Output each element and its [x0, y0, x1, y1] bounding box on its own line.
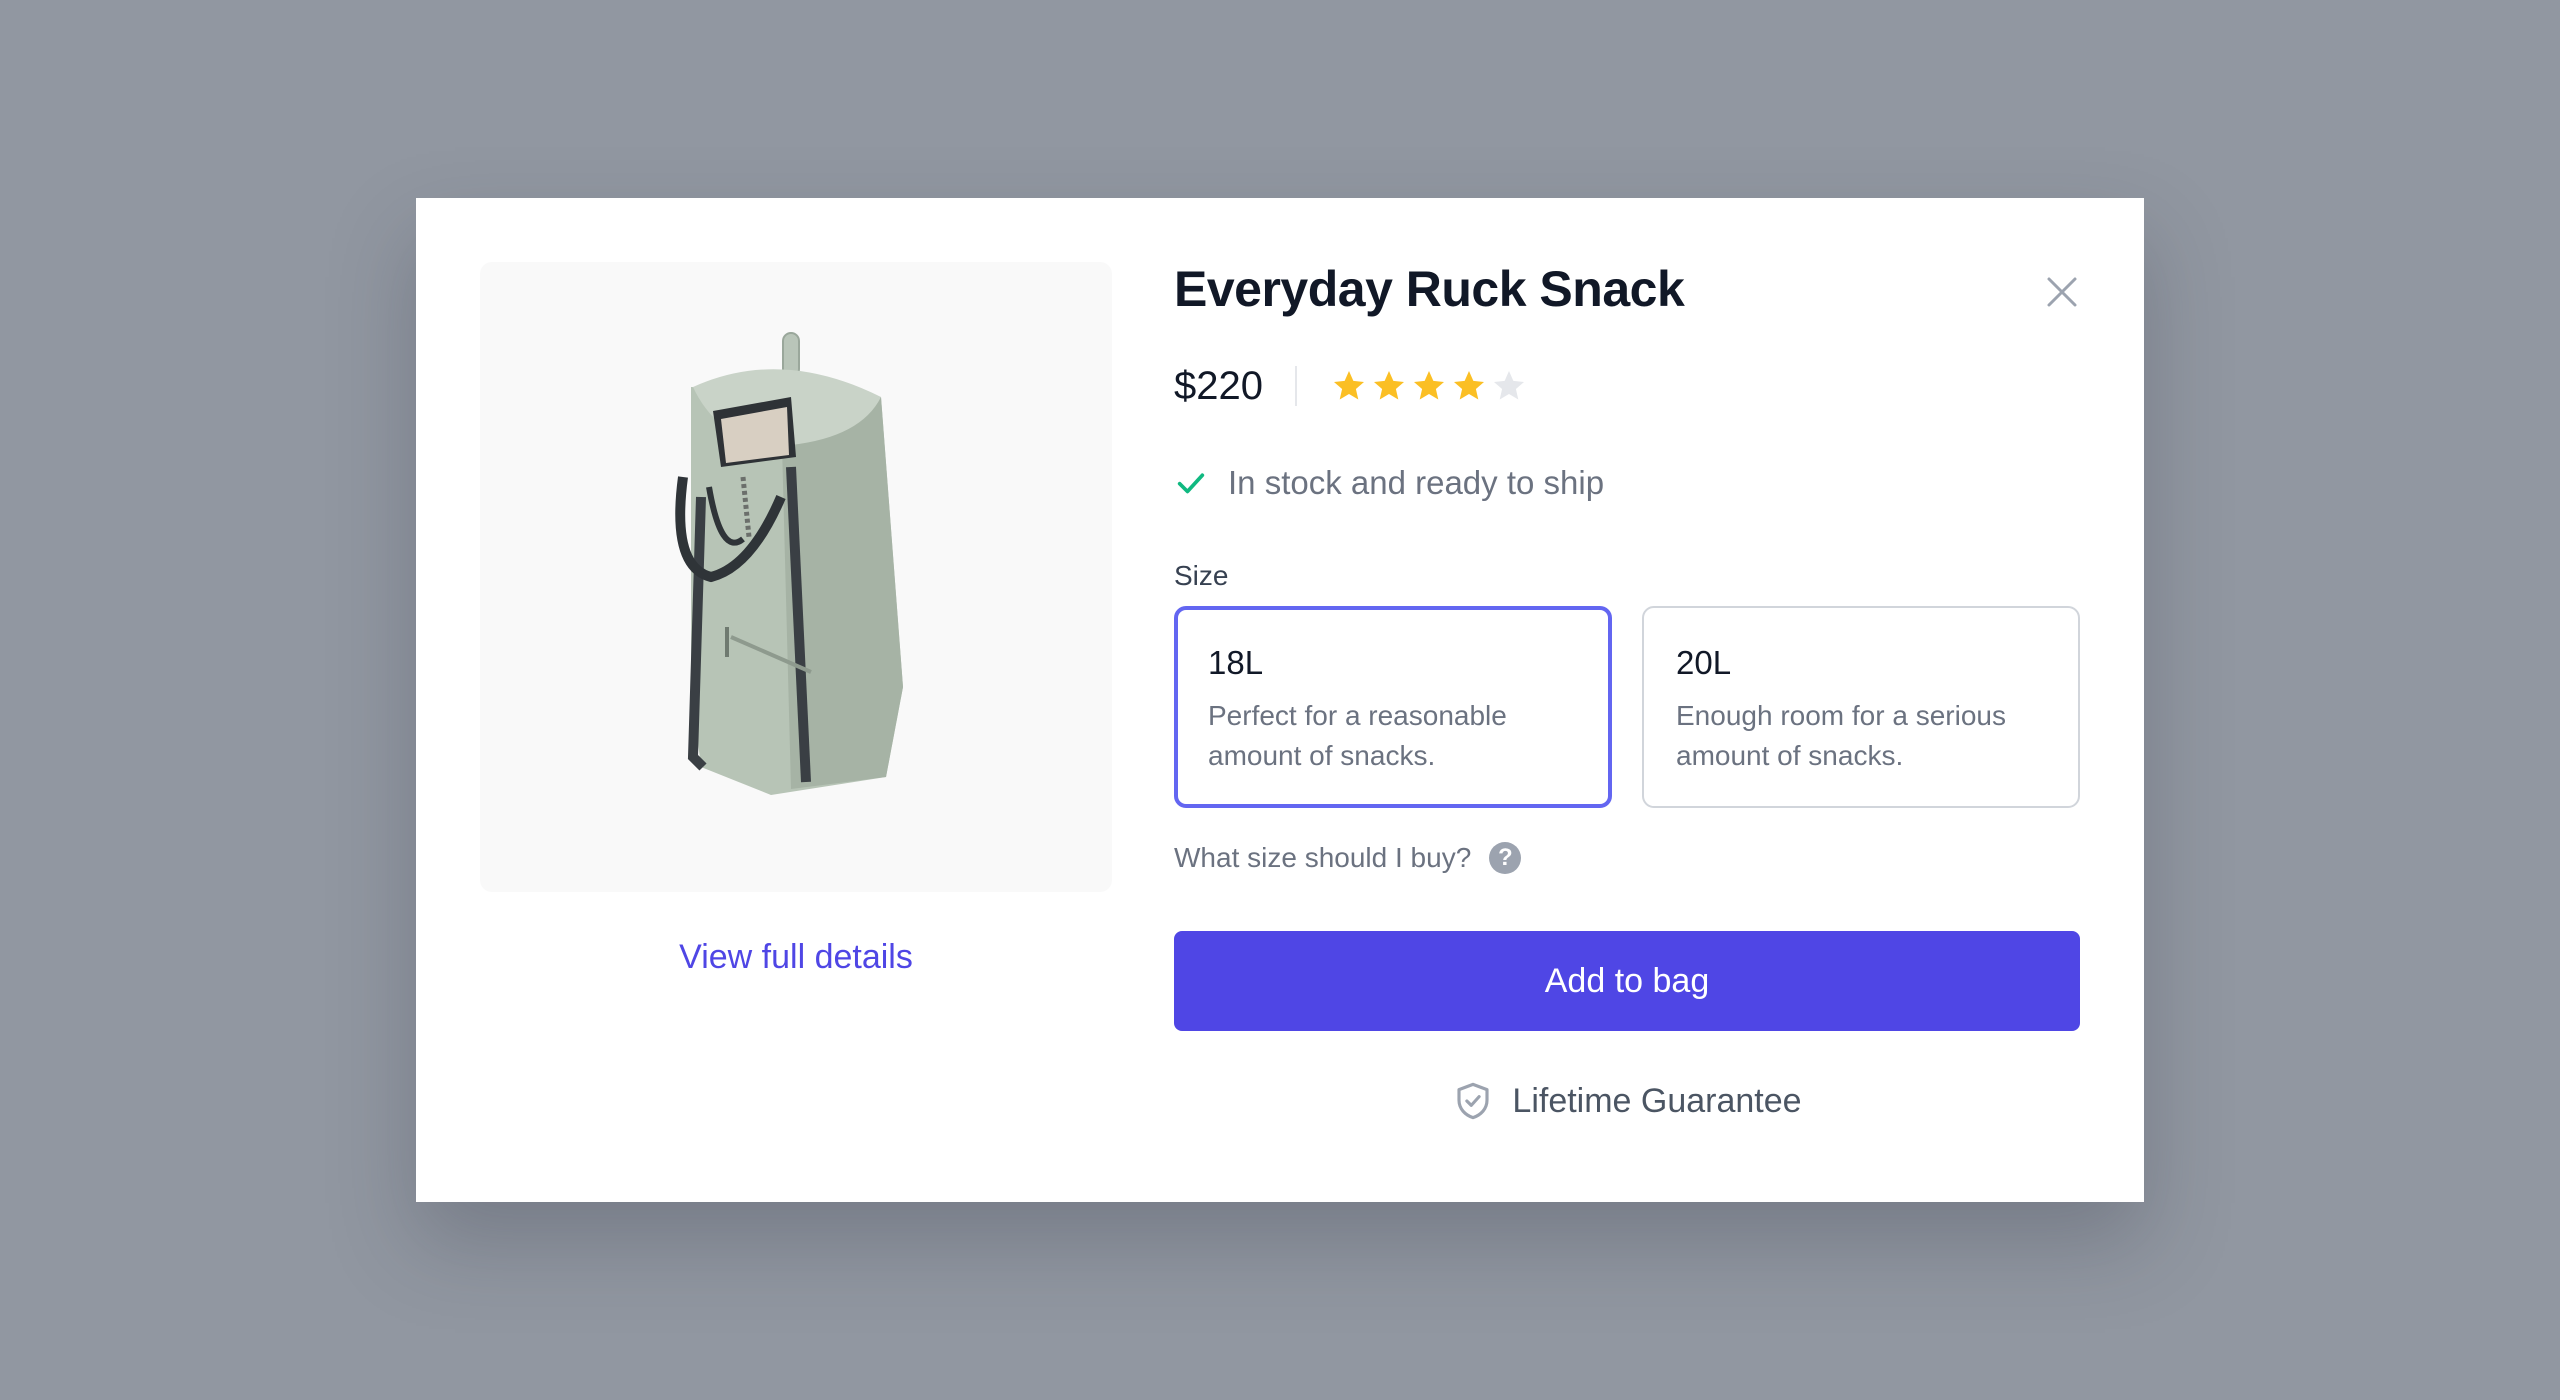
price-divider	[1294, 366, 1297, 406]
size-option-description: Perfect for a reasonable amount of snack…	[1208, 700, 1507, 771]
size-option-description: Enough room for a serious amount of snac…	[1676, 700, 2006, 771]
product-title: Everyday Ruck Snack	[1174, 261, 1685, 317]
shield-check-icon	[1457, 1082, 1489, 1120]
size-option-name: 20L	[1676, 644, 1732, 681]
star-icon	[1413, 371, 1444, 400]
question-icon: ?	[1489, 842, 1522, 874]
lifetime-guarantee: Lifetime Guarantee	[1174, 1080, 2080, 1122]
size-option-name: 18L	[1208, 644, 1264, 681]
price-rating-row: $220	[1174, 358, 1527, 414]
stock-status: In stock and ready to ship	[1174, 464, 1604, 502]
stock-text: In stock and ready to ship	[1228, 464, 1605, 501]
guarantee-text: Lifetime Guarantee	[1512, 1081, 1802, 1120]
add-to-bag-button[interactable]: Add to bag	[1174, 931, 2080, 1031]
product-image	[480, 262, 1112, 892]
check-icon	[1177, 473, 1205, 494]
quick-view-modal: View full details Everyday Ruck Snack $2…	[416, 198, 2144, 1202]
star-icon	[1373, 371, 1404, 400]
view-full-details-link[interactable]: View full details	[480, 938, 1112, 977]
star-icon	[1493, 371, 1524, 400]
size-label: Size	[1174, 560, 1229, 591]
product-price: $220	[1174, 363, 1263, 408]
star-icon	[1453, 371, 1484, 400]
size-option-20l[interactable]: 20L Enough room for a serious amount of …	[1642, 606, 2080, 808]
backpack-illustration	[675, 332, 903, 795]
size-option-18l[interactable]: 18L Perfect for a reasonable amount of s…	[1174, 606, 1612, 808]
size-help-text: What size should I buy?	[1174, 842, 1472, 873]
close-icon	[2047, 277, 2077, 307]
close-button[interactable]	[2032, 262, 2092, 322]
star-rating	[1331, 368, 1527, 404]
size-help-link[interactable]: What size should I buy? ?	[1174, 842, 1522, 874]
star-icon	[1333, 371, 1364, 400]
